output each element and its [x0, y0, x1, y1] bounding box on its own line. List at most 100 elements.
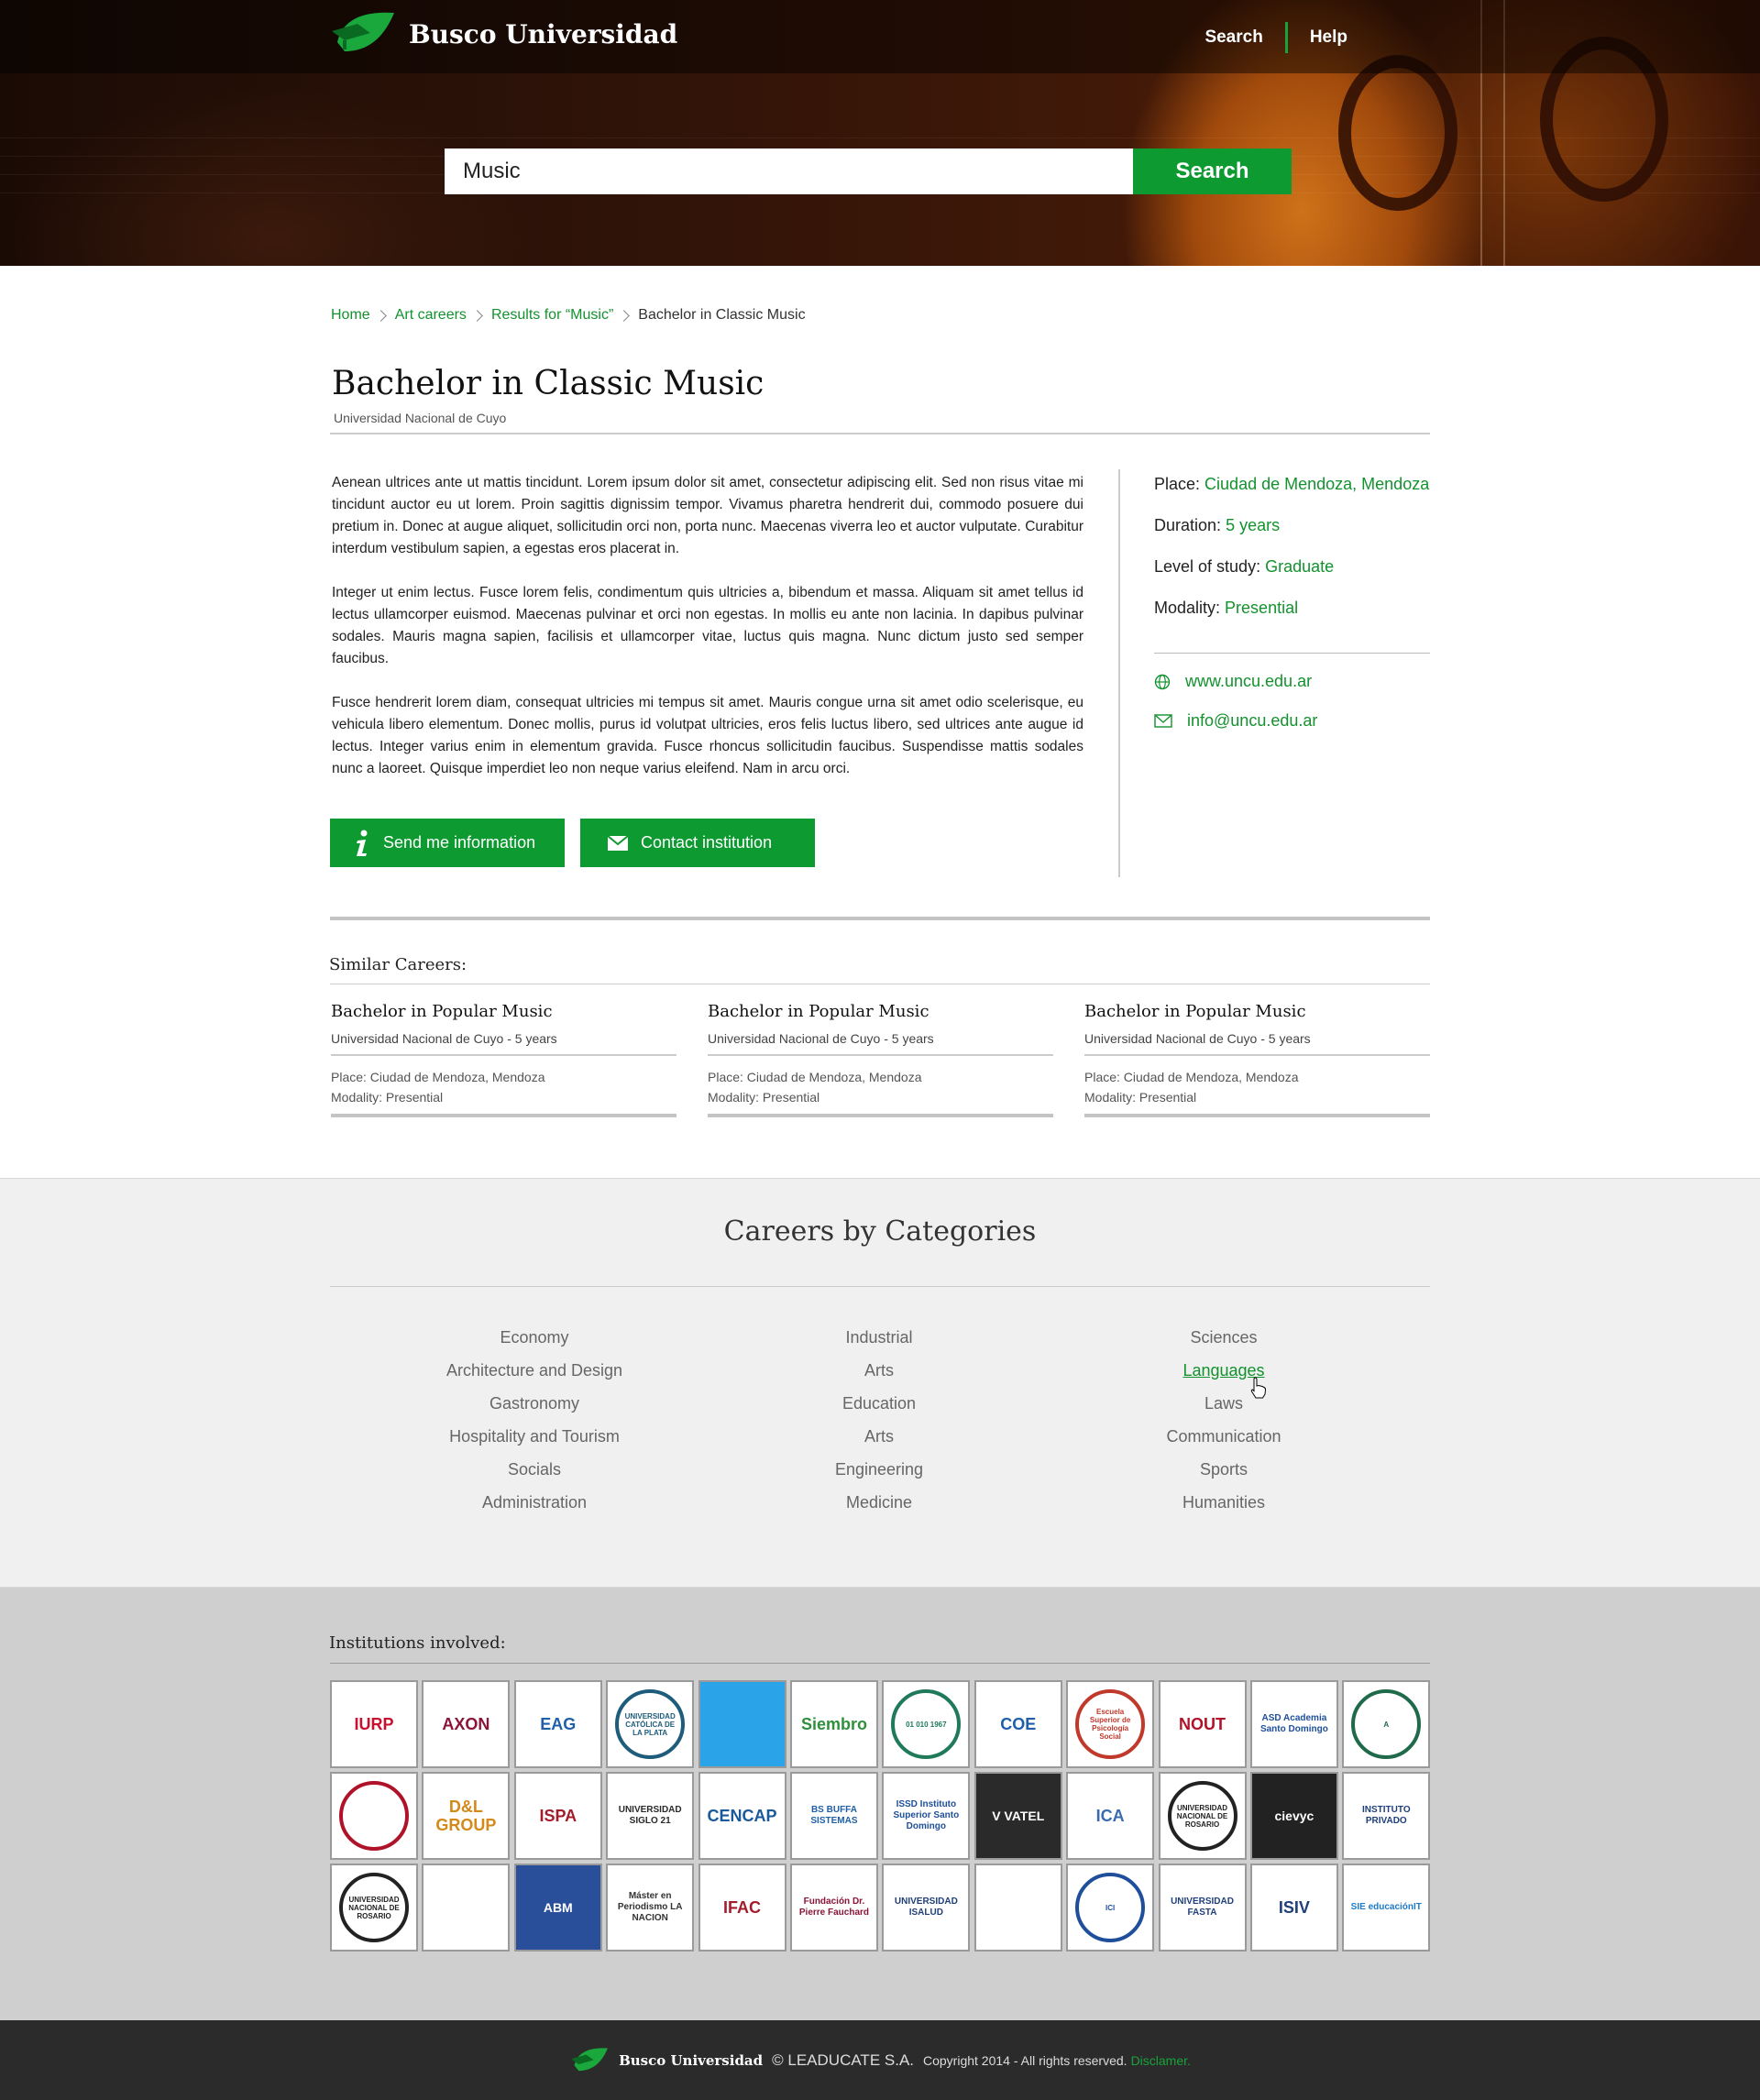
- institution-logo[interactable]: D&L GROUP: [422, 1772, 511, 1860]
- chevron-right-icon: [471, 309, 483, 322]
- category-link-languages[interactable]: Languages: [1086, 1360, 1361, 1393]
- similar-career-title[interactable]: Bachelor in Popular Music: [1084, 1002, 1430, 1021]
- institution-logo[interactable]: IURP: [330, 1680, 418, 1768]
- description-paragraph: Integer ut enim lectus. Fusce lorem feli…: [332, 585, 1084, 666]
- institution-logo[interactable]: UNIVERSIDAD FASTA: [1158, 1864, 1247, 1952]
- institution-logo[interactable]: Siembro: [789, 1680, 878, 1768]
- institution-logo[interactable]: Máster en Periodismo LA NACION: [606, 1864, 695, 1952]
- breadcrumb-home[interactable]: Home: [331, 307, 370, 324]
- institution-logo-text: INSTITUTO PRIVADO: [1362, 1805, 1411, 1826]
- institution-logo[interactable]: [422, 1864, 511, 1952]
- institution-seal: UNIVERSIDAD NACIONAL DE ROSARIO: [339, 1873, 409, 1942]
- send-information-label: Send me information: [383, 833, 536, 852]
- institution-logo-text: Siembro: [800, 1715, 867, 1733]
- category-link[interactable]: Socials: [397, 1459, 672, 1492]
- institution-logo-text: cievyc: [1274, 1808, 1314, 1823]
- brand-logo[interactable]: Busco Universidad: [330, 7, 677, 60]
- institution-logo[interactable]: ISIV: [1249, 1864, 1338, 1952]
- breadcrumb-results[interactable]: Results for “Music”: [491, 307, 613, 324]
- institution-logo-text: ICI: [1106, 1903, 1116, 1912]
- institution-logo[interactable]: INSTITUTO PRIVADO: [1342, 1772, 1431, 1860]
- institution-logo-text: Fundación Dr. Pierre Fauchard: [798, 1897, 870, 1918]
- institution-logo[interactable]: CENCAP: [698, 1772, 786, 1860]
- email-link[interactable]: info@uncu.edu.ar: [1154, 711, 1317, 731]
- category-link[interactable]: Arts: [742, 1426, 1017, 1459]
- similar-career-card[interactable]: Bachelor in Popular Music Universidad Na…: [708, 1002, 1053, 1117]
- institution-logo[interactable]: cievyc: [1249, 1772, 1338, 1860]
- similar-career-card[interactable]: Bachelor in Popular Music Universidad Na…: [331, 1002, 676, 1117]
- institution-logo[interactable]: ISSD Instituto Superior Santo Domingo: [882, 1772, 971, 1860]
- search-button[interactable]: Search: [1133, 148, 1292, 194]
- institution-logo[interactable]: [330, 1772, 418, 1860]
- nav-search-link[interactable]: Search: [1204, 27, 1262, 48]
- fact-duration: Duration: 5 years: [1154, 516, 1281, 534]
- institution-logo-text: Escuela Superior de Psicología Social: [1089, 1708, 1131, 1741]
- institution-seal: Escuela Superior de Psicología Social: [1075, 1689, 1146, 1759]
- similar-career-card[interactable]: Bachelor in Popular Music Universidad Na…: [1084, 1002, 1430, 1117]
- divider: [330, 1663, 1430, 1664]
- send-information-button[interactable]: Send me information: [330, 819, 565, 867]
- institution-logo[interactable]: Escuela Superior de Psicología Social: [1066, 1680, 1155, 1768]
- institution-logo[interactable]: UNIVERSIDAD NACIONAL DE ROSARIO: [330, 1864, 418, 1952]
- institution-logo[interactable]: ISPA: [513, 1772, 602, 1860]
- category-link[interactable]: Humanities: [1086, 1492, 1361, 1525]
- categories-title: Careers by Categories: [723, 1215, 1037, 1248]
- disclaimer-link[interactable]: Disclamer.: [1131, 2053, 1191, 2068]
- category-link[interactable]: Architecture and Design: [397, 1360, 672, 1393]
- category-link[interactable]: Administration: [397, 1492, 672, 1525]
- category-link[interactable]: Medicine: [742, 1492, 1017, 1525]
- similar-career-title[interactable]: Bachelor in Popular Music: [708, 1002, 1053, 1021]
- institution-seal: A: [1351, 1689, 1422, 1759]
- institution-logo[interactable]: NOUT: [1158, 1680, 1247, 1768]
- category-link[interactable]: Hospitality and Tourism: [397, 1426, 672, 1459]
- institution-logo[interactable]: AXON: [422, 1680, 511, 1768]
- top-bar: [0, 0, 1760, 73]
- category-link[interactable]: Education: [742, 1393, 1017, 1426]
- institution-logo[interactable]: V VATEL: [974, 1772, 1062, 1860]
- category-link[interactable]: Sports: [1086, 1459, 1361, 1492]
- institution-logo[interactable]: [698, 1680, 786, 1768]
- institution-logo[interactable]: ICI: [1066, 1864, 1155, 1952]
- search-input[interactable]: [445, 148, 1133, 194]
- institution-logo[interactable]: 01 010 1967: [882, 1680, 971, 1768]
- institution-logo[interactable]: UNIVERSIDAD NACIONAL DE ROSARIO: [1158, 1772, 1247, 1860]
- footer: Busco Universidad © LEADUCATE S.A. Copyr…: [0, 2020, 1760, 2100]
- institution-logo[interactable]: UNIVERSIDAD SIGLO 21: [606, 1772, 695, 1860]
- institution-logo-grid: IURP AXON EAG UNIVERSIDAD CATÓLICA DE LA PL…: [330, 1680, 1431, 1952]
- institution-logo[interactable]: UNIVERSIDAD CATÓLICA DE LA PLATA: [606, 1680, 695, 1768]
- institution-logo[interactable]: SIE educaciónIT: [1342, 1864, 1431, 1952]
- nav-help-link[interactable]: Help: [1310, 27, 1348, 48]
- institution-logo[interactable]: IFAC: [698, 1864, 786, 1952]
- contact-institution-button[interactable]: Contact institution: [580, 819, 815, 867]
- institution-logo[interactable]: [974, 1864, 1062, 1952]
- institution-logo[interactable]: COE: [974, 1680, 1062, 1768]
- category-link[interactable]: Industrial: [742, 1327, 1017, 1360]
- institution-logo[interactable]: A: [1342, 1680, 1431, 1768]
- institution-logo[interactable]: BS BUFFA SISTEMAS: [789, 1772, 878, 1860]
- website-link[interactable]: www.uncu.edu.ar: [1154, 672, 1312, 691]
- institution-logo-text: IFAC: [723, 1898, 762, 1917]
- institution-logo[interactable]: UNIVERSIDAD ISALUD: [882, 1864, 971, 1952]
- category-link[interactable]: Gastronomy: [397, 1393, 672, 1426]
- category-link[interactable]: Engineering: [742, 1459, 1017, 1492]
- institution-logo[interactable]: ICA: [1066, 1772, 1155, 1860]
- similar-career-title[interactable]: Bachelor in Popular Music: [331, 1002, 676, 1021]
- institution-logo-text: [370, 1812, 378, 1820]
- institution-logo-text: ISIV: [1278, 1898, 1310, 1917]
- divider: [330, 1286, 1430, 1287]
- institution-logo[interactable]: Fundación Dr. Pierre Fauchard: [789, 1864, 878, 1952]
- top-nav: Search Help: [1204, 22, 1348, 53]
- category-link[interactable]: Arts: [742, 1360, 1017, 1393]
- category-link[interactable]: Communication: [1086, 1426, 1361, 1459]
- fact-modality: Modality: Presential: [1154, 599, 1299, 617]
- institution-seal: 01 010 1967: [891, 1689, 962, 1759]
- institution-logo[interactable]: EAG: [513, 1680, 602, 1768]
- email-label: info@uncu.edu.ar: [1187, 711, 1318, 730]
- institution-logo[interactable]: ASD Academia Santo Domingo: [1249, 1680, 1338, 1768]
- category-link[interactable]: Economy: [397, 1327, 672, 1360]
- institution-logo[interactable]: ABM: [513, 1864, 602, 1952]
- breadcrumb-art-careers[interactable]: Art careers: [395, 307, 467, 324]
- category-link[interactable]: Laws: [1086, 1393, 1361, 1426]
- category-link[interactable]: Sciences: [1086, 1327, 1361, 1360]
- hero-banner: Busco Universidad Search Help Search: [0, 0, 1760, 266]
